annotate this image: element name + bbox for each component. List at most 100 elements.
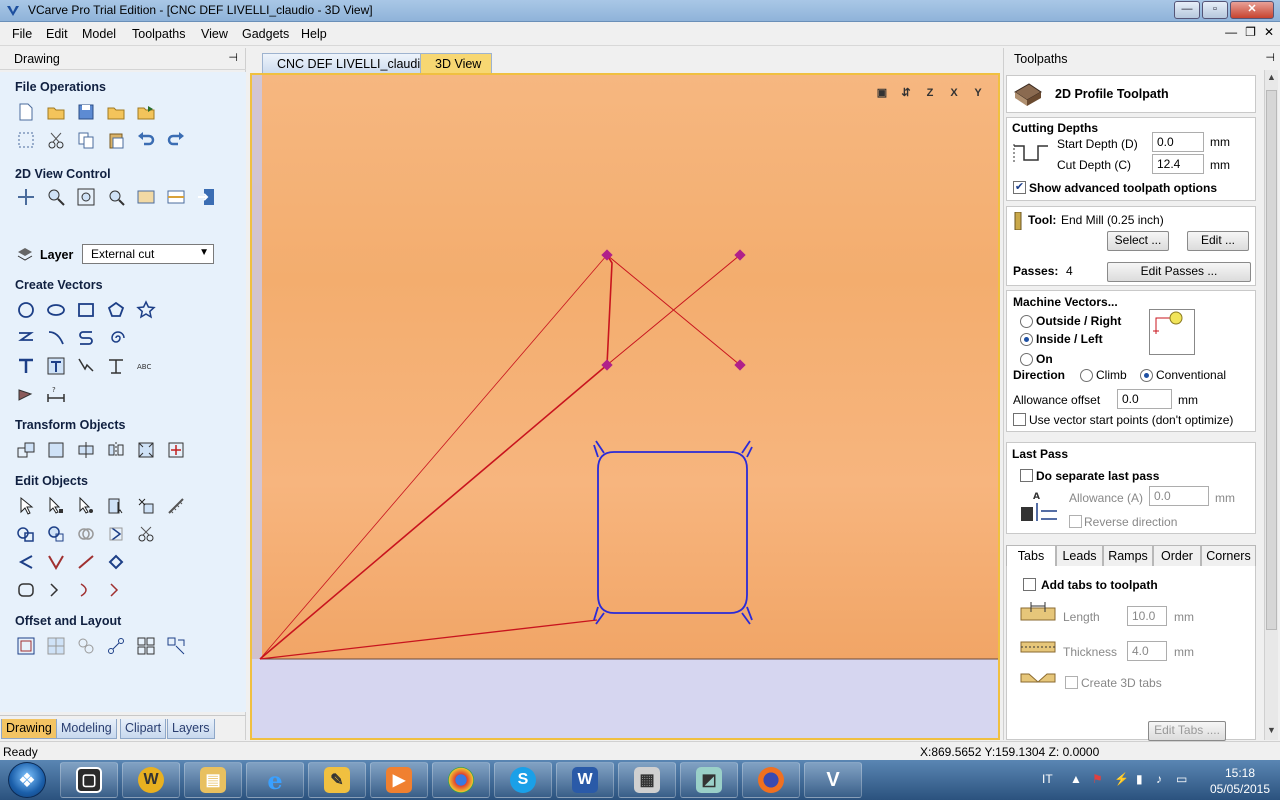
menu-toolpaths[interactable]: Toolpaths — [132, 27, 186, 41]
draw-polyline-icon[interactable] — [14, 326, 38, 350]
tray-expand-icon[interactable]: ▲ — [1070, 772, 1082, 786]
tab-tabs[interactable]: Tabs — [1006, 545, 1056, 567]
curve-fit-icon[interactable] — [44, 578, 68, 602]
switch-to-3d-icon[interactable] — [194, 185, 218, 209]
taskbar-ie[interactable]: e — [246, 762, 304, 798]
open-file-icon[interactable] — [44, 100, 68, 124]
show-advanced-checkbox[interactable]: ✔ — [1013, 181, 1026, 194]
outside-right-radio[interactable] — [1020, 315, 1033, 328]
trace-bitmap-icon[interactable] — [14, 382, 38, 406]
tab-drawing[interactable]: Drawing — [1, 719, 57, 739]
add-tabs-checkbox[interactable] — [1023, 578, 1036, 591]
new-file-icon[interactable] — [14, 100, 38, 124]
save-file-icon[interactable] — [74, 100, 98, 124]
start-button[interactable] — [8, 762, 46, 798]
chamfer-icon[interactable] — [44, 550, 68, 574]
tab-length-input[interactable]: 10.0 — [1127, 606, 1167, 626]
separate-last-pass-checkbox[interactable] — [1020, 469, 1033, 482]
redo-icon[interactable] — [164, 128, 188, 152]
close-button[interactable]: ✕ — [1230, 1, 1274, 19]
view-material-icon[interactable] — [134, 185, 158, 209]
fillet-icon[interactable] — [14, 550, 38, 574]
edit-tool-button[interactable]: Edit ... — [1187, 231, 1249, 251]
mdi-restore-button[interactable]: ❐ — [1245, 25, 1256, 39]
edit-passes-button[interactable]: Edit Passes ... — [1107, 262, 1251, 282]
node-edit-icon[interactable] — [44, 494, 68, 518]
tab-3d-view[interactable]: 3D View — [420, 53, 493, 74]
tab-thickness-input[interactable]: 4.0 — [1127, 641, 1167, 661]
volume-icon[interactable]: ♪ — [1156, 772, 1162, 786]
subtract-icon[interactable] — [44, 522, 68, 546]
circular-copy-icon[interactable] — [164, 634, 188, 658]
block-copy-icon[interactable] — [134, 634, 158, 658]
last-pass-allowance-input[interactable]: 0.0 — [1149, 486, 1209, 506]
network-warning-icon[interactable]: ⚑ — [1092, 772, 1103, 786]
3d-view-canvas[interactable]: ▣ ⇵ Z X Y — [250, 73, 1000, 740]
menu-gadgets[interactable]: Gadgets — [242, 27, 289, 41]
taskbar-vcarve[interactable]: V — [804, 762, 862, 798]
draw-polygon-icon[interactable] — [104, 298, 128, 322]
auto-layout-text-icon[interactable] — [74, 354, 98, 378]
pan-icon[interactable] — [14, 185, 38, 209]
taskbar-firefox[interactable] — [742, 762, 800, 798]
select-tool-button[interactable]: Select ... — [1107, 231, 1169, 251]
pin-icon[interactable]: ⊣ — [228, 51, 238, 64]
taskbar-chrome[interactable] — [432, 762, 490, 798]
draw-circle-icon[interactable] — [14, 298, 38, 322]
taskbar-explorer[interactable]: ▤ — [184, 762, 242, 798]
view-z-icon[interactable]: Z — [920, 83, 940, 103]
scroll-down-icon[interactable]: ▼ — [1267, 725, 1276, 735]
scroll-thumb[interactable] — [1266, 90, 1277, 630]
display-icon[interactable]: ▭ — [1176, 772, 1187, 786]
maximize-button[interactable]: ▫ — [1202, 1, 1228, 19]
text-arc-icon[interactable] — [104, 354, 128, 378]
draw-curve-icon[interactable] — [74, 326, 98, 350]
climb-radio[interactable] — [1080, 369, 1093, 382]
toolpaths-scrollbar[interactable]: ▲ ▼ — [1264, 70, 1278, 740]
group-icon[interactable] — [74, 438, 98, 462]
on-radio[interactable] — [1020, 353, 1033, 366]
reverse-direction-checkbox[interactable] — [1069, 515, 1082, 528]
offset-icon[interactable] — [14, 634, 38, 658]
menu-view[interactable]: View — [201, 27, 228, 41]
taskbar-app-1[interactable]: ▢ — [60, 762, 118, 798]
menu-model[interactable]: Model — [82, 27, 116, 41]
zoom-selection-icon[interactable] — [104, 185, 128, 209]
menu-file[interactable]: File — [12, 27, 32, 41]
weld-icon[interactable] — [14, 522, 38, 546]
tab-clipart[interactable]: Clipart — [120, 719, 167, 739]
pin-icon[interactable]: ⊣ — [1265, 51, 1275, 64]
tab-order[interactable]: Order — [1153, 545, 1201, 567]
clock-time[interactable]: 15:18 — [1210, 766, 1270, 780]
copy-icon[interactable] — [74, 128, 98, 152]
spell-check-icon[interactable]: ABC — [134, 354, 158, 378]
create-3d-tabs-checkbox[interactable] — [1065, 676, 1078, 689]
conventional-radio[interactable] — [1140, 369, 1153, 382]
language-indicator[interactable]: IT — [1042, 772, 1053, 786]
menu-help[interactable]: Help — [301, 27, 327, 41]
delete-duplicates-icon[interactable] — [134, 494, 158, 518]
tiling-icon[interactable] — [44, 634, 68, 658]
view-y-icon[interactable]: Y — [968, 83, 988, 103]
taskbar-app-paint[interactable]: ✎ — [308, 762, 366, 798]
select-pointer-icon[interactable] — [14, 494, 38, 518]
tab-cnc-drawing[interactable]: CNC DEF LIVELLI_claudio — [262, 53, 439, 74]
allowance-offset-input[interactable]: 0.0 — [1117, 389, 1172, 409]
tab-layers[interactable]: Layers — [167, 719, 215, 739]
clock-date[interactable]: 05/05/2015 — [1200, 782, 1280, 796]
intersect-icon[interactable] — [74, 522, 98, 546]
text-on-curve-icon[interactable] — [44, 354, 68, 378]
extend-icon[interactable] — [74, 550, 98, 574]
toolpath-scene[interactable] — [252, 75, 998, 738]
select-all-icon[interactable] — [14, 128, 38, 152]
view-layout-icon[interactable] — [164, 185, 188, 209]
minimize-button[interactable]: — — [1174, 1, 1200, 19]
tab-corners[interactable]: Corners — [1201, 545, 1256, 567]
draw-arc-icon[interactable] — [44, 326, 68, 350]
tab-ramps[interactable]: Ramps — [1103, 545, 1153, 567]
smooth-icon[interactable] — [14, 578, 38, 602]
interactive-select-icon[interactable] — [74, 494, 98, 518]
close-vector-icon[interactable] — [104, 550, 128, 574]
signal-icon[interactable]: ▮ — [1136, 772, 1143, 786]
draw-spiral-icon[interactable] — [104, 326, 128, 350]
